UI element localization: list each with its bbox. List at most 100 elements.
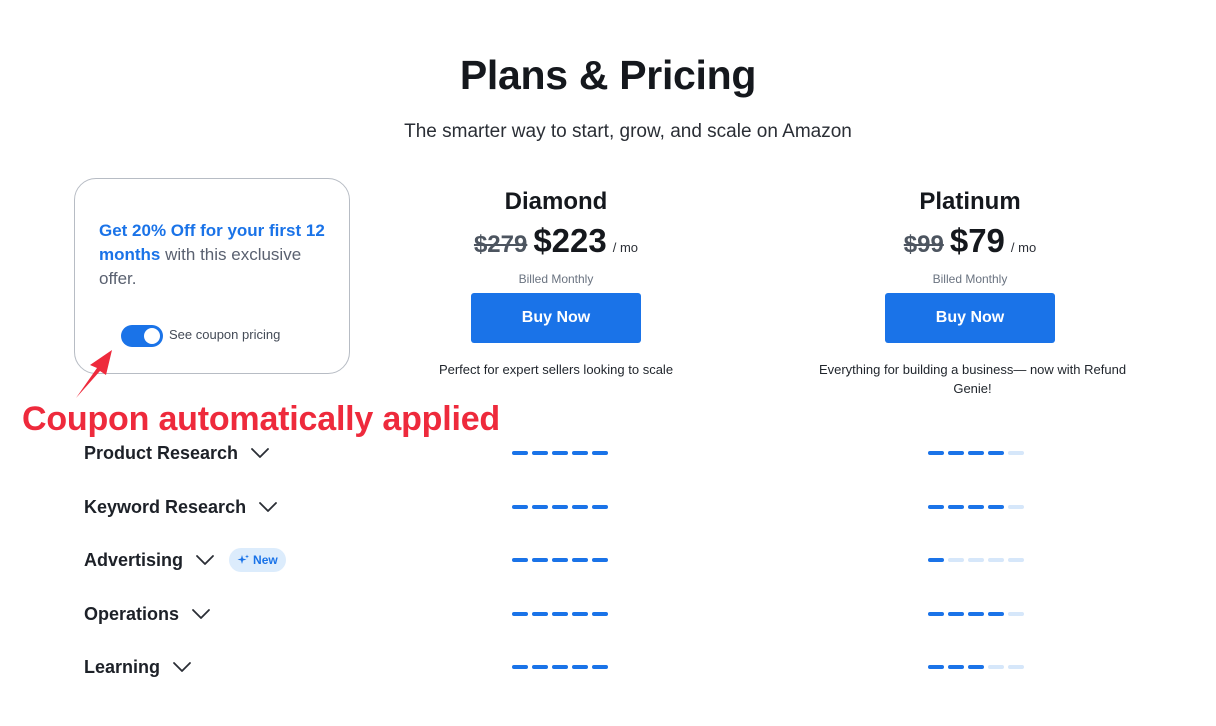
rating-bars [928,451,1024,455]
rating-segment [532,558,548,562]
rating-segment [948,612,964,616]
plan-name: Platinum [919,188,1021,215]
rating-bars [512,612,608,616]
rating-segment [968,451,984,455]
rating-segment [928,505,944,509]
chevron-down-icon[interactable] [250,446,270,460]
original-price: $279 [473,231,528,258]
rating-segment [512,505,528,509]
rating-segment [552,558,568,562]
rating-bars [928,558,1024,562]
feature-row[interactable]: Product Research [84,440,270,466]
rating-segment [552,505,568,509]
plan-description: Perfect for expert sellers looking to sc… [438,362,674,377]
rating-segment [512,558,528,562]
rating-segment [572,612,588,616]
price-period: / mo [1010,240,1037,255]
rating-segment [928,451,944,455]
rating-segment [592,665,608,669]
price-row: $279 $223 / mo [386,222,726,266]
rating-segment [988,665,1004,669]
rating-segment [1008,451,1024,455]
feature-label: Product Research [84,442,239,463]
rating-segment [512,612,528,616]
rating-segment [552,612,568,616]
price-row: $99 $79 / mo [800,222,1140,266]
feature-row[interactable]: Advertising New [84,547,286,573]
rating-segment [948,505,964,509]
rating-segment [572,665,588,669]
discounted-price: $79 [949,222,1005,259]
rating-segment [948,665,964,669]
rating-bars [512,665,608,669]
rating-segment [948,558,964,562]
annotation-text: Coupon automatically applied [22,400,501,438]
rating-segment [592,451,608,455]
rating-bars [512,505,608,509]
feature-row[interactable]: Operations [84,601,211,627]
rating-segment [988,451,1004,455]
rating-segment [592,558,608,562]
rating-segment [532,451,548,455]
coupon-toggle-label: See coupon pricing [169,327,281,342]
rating-segment [1008,665,1024,669]
billing-cycle: Billed Monthly [932,272,1008,286]
rating-bars [928,505,1024,509]
rating-segment [988,505,1004,509]
rating-segment [928,665,944,669]
rating-segment [592,612,608,616]
rating-segment [532,665,548,669]
price-period: / mo [612,240,639,255]
buy-now-button-diamond[interactable]: Buy Now [471,293,641,343]
arrow-annotation-icon [76,350,112,398]
buy-now-button-platinum[interactable]: Buy Now [885,293,1055,343]
rating-segment [968,558,984,562]
rating-segment [968,505,984,509]
feature-row[interactable]: Learning [84,654,192,680]
new-badge-label: New [253,553,278,567]
toggle-knob [144,328,160,344]
original-price: $99 [903,231,944,258]
coupon-pricing-toggle[interactable] [121,325,163,347]
page-subtitle: The smarter way to start, grow, and scal… [404,121,852,142]
coupon-offer-text: Get 20% Off for your first 12 months wit… [99,219,339,291]
rating-segment [928,612,944,616]
discounted-price: $223 [533,222,607,259]
new-badge: New [229,548,286,572]
chevron-down-icon[interactable] [258,500,278,514]
feature-label: Operations [84,603,180,624]
rating-bars [928,665,1024,669]
rating-segment [1008,558,1024,562]
rating-segment [572,451,588,455]
billing-cycle: Billed Monthly [518,272,594,286]
plan-name: Diamond [504,188,608,215]
rating-segment [1008,505,1024,509]
chevron-down-icon[interactable] [172,660,192,674]
rating-segment [948,451,964,455]
rating-segment [512,665,528,669]
chevron-down-icon[interactable] [191,607,211,621]
rating-segment [532,612,548,616]
rating-segment [988,612,1004,616]
rating-segment [532,505,548,509]
rating-bars [512,451,608,455]
plan-description: Everything for building a business— now … [818,362,1127,396]
rating-segment [968,665,984,669]
coupon-card: Get 20% Off for your first 12 months wit… [74,178,350,374]
rating-segment [988,558,1004,562]
chevron-down-icon[interactable] [195,553,215,567]
rating-bars [512,558,608,562]
rating-segment [572,505,588,509]
rating-segment [592,505,608,509]
feature-label: Learning [84,656,161,677]
rating-segment [512,451,528,455]
rating-segment [552,665,568,669]
feature-label: Advertising [84,549,184,570]
rating-segment [572,558,588,562]
rating-segment [928,558,944,562]
feature-row[interactable]: Keyword Research [84,494,278,520]
rating-segment [968,612,984,616]
sparkle-icon [237,554,250,564]
plan-card-diamond: Diamond $279 $223 / mo Billed Monthly Bu… [386,186,726,379]
rating-segment [552,451,568,455]
